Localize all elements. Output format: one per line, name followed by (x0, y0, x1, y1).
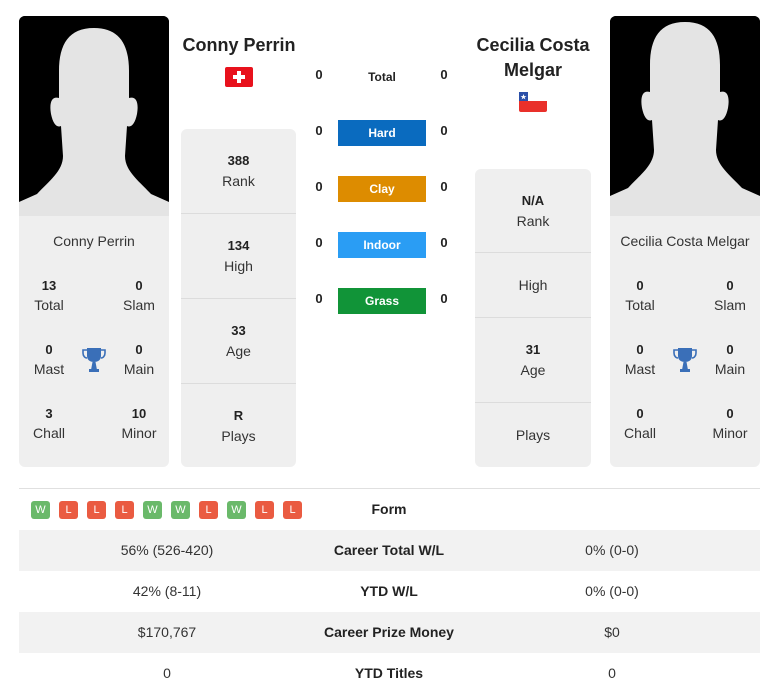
surface-clay-badge: Clay (338, 176, 426, 202)
h2h-total-label: Total (368, 70, 396, 84)
stat-p1-value: 42% (8-11) (132, 583, 202, 599)
form-win-badge: W (143, 501, 162, 519)
player2-card-name: Cecilia Costa Melgar (620, 233, 750, 249)
h2h-total-p1: 0 (315, 67, 323, 82)
player1-photo (19, 16, 169, 216)
player1-main-titles: 0 Main (123, 342, 155, 377)
h2h-hard-p2: 0 (440, 123, 448, 138)
stat-p1-value: 0 (163, 665, 171, 681)
stat-row: 0 YTD Titles 0 (19, 653, 760, 694)
stat-label: Career Prize Money (324, 624, 454, 640)
player2-rank: N/A Rank (475, 169, 591, 253)
surface-indoor-badge: Indoor (338, 232, 426, 258)
h2h-hard-p1: 0 (315, 123, 323, 138)
player2-plays: Plays (515, 427, 551, 443)
stat-p2-value: 0 (608, 665, 616, 681)
player2-main-titles: 0 Main (714, 342, 746, 377)
h2h-clay-p1: 0 (315, 179, 323, 194)
player2-slam-titles: 0 Slam (714, 278, 746, 313)
form-win-badge: W (171, 501, 190, 519)
player1-card-name: Conny Perrin (53, 233, 135, 249)
trophy-icon (82, 348, 106, 372)
player1-high: 134 High (181, 214, 296, 299)
player2-high: High (475, 253, 591, 318)
player2-total-titles: 0 Total (625, 278, 655, 313)
chile-flag-icon (519, 92, 547, 112)
player2-age: 31 Age (475, 318, 591, 403)
switzerland-flag-icon (225, 67, 253, 87)
surface-hard-badge: Hard (338, 120, 426, 146)
player1-mast-titles: 0 Mast (33, 342, 65, 377)
player1-plays: R Plays (221, 408, 256, 444)
stat-label: YTD Titles (354, 665, 424, 681)
player1-chall-titles: 3 Chall (33, 406, 65, 441)
form-win-badge: W (227, 501, 246, 519)
player2-name-link[interactable]: Cecilia Costa Melgar (468, 33, 598, 83)
stat-p1-value: $170,767 (137, 624, 197, 640)
player1-rank: 388 Rank (181, 129, 296, 214)
form-loss-badge: L (255, 501, 274, 519)
stat-label: YTD W/L (360, 583, 418, 599)
stat-label: Career Total W/L (333, 542, 445, 558)
player1-titles-card: Conny Perrin 13 Total 0 Slam 0 Mast 0 Ma… (19, 216, 169, 467)
player1-minor-titles: 10 Minor (121, 406, 157, 441)
h2h-clay-p2: 0 (440, 179, 448, 194)
player2-titles-card: Cecilia Costa Melgar 0 Total 0 Slam 0 Ma… (610, 216, 760, 467)
player2-photo (610, 16, 760, 216)
h2h-indoor-p2: 0 (440, 235, 448, 250)
stat-row: 56% (526-420) Career Total W/L 0% (0-0) (19, 530, 760, 571)
player2-mast-titles: 0 Mast (624, 342, 656, 377)
form-loss-badge: L (115, 501, 134, 519)
silhouette-icon (19, 16, 169, 216)
player2-chall-titles: 0 Chall (624, 406, 656, 441)
stat-p2-value: 0% (0-0) (585, 542, 639, 558)
player1-age: 33 Age (181, 299, 296, 384)
player1-slam-titles: 0 Slam (123, 278, 155, 313)
h2h-total-p2: 0 (440, 67, 448, 82)
h2h-grass-p1: 0 (315, 291, 323, 306)
trophy-icon (673, 348, 697, 372)
silhouette-icon (610, 16, 760, 216)
form-loss-badge: L (87, 501, 106, 519)
stat-row: $170,767 Career Prize Money $0 (19, 612, 760, 653)
stat-p1-value: 56% (526-420) (120, 542, 214, 558)
form-loss-badge: L (59, 501, 78, 519)
h2h-grass-p2: 0 (440, 291, 448, 306)
stat-row: 42% (8-11) YTD W/L 0% (0-0) (19, 571, 760, 612)
form-loss-badge: L (199, 501, 218, 519)
player2-info-card: N/A Rank High 31 Age Plays (475, 169, 591, 467)
form-row: WLLLWWLWLL Form (19, 489, 760, 530)
h2h-indoor-p1: 0 (315, 235, 323, 250)
surface-grass-badge: Grass (338, 288, 426, 314)
form-win-badge: W (31, 501, 50, 519)
stat-p2-value: 0% (0-0) (585, 583, 639, 599)
player2-minor-titles: 0 Minor (712, 406, 748, 441)
player1-name-link[interactable]: Conny Perrin (174, 33, 304, 58)
player1-info-card: 388 Rank 134 High 33 Age R Plays (181, 129, 296, 467)
stat-p2-value: $0 (604, 624, 620, 640)
player1-total-titles: 13 Total (34, 278, 64, 313)
form-label: Form (371, 501, 407, 517)
form-loss-badge: L (283, 501, 302, 519)
